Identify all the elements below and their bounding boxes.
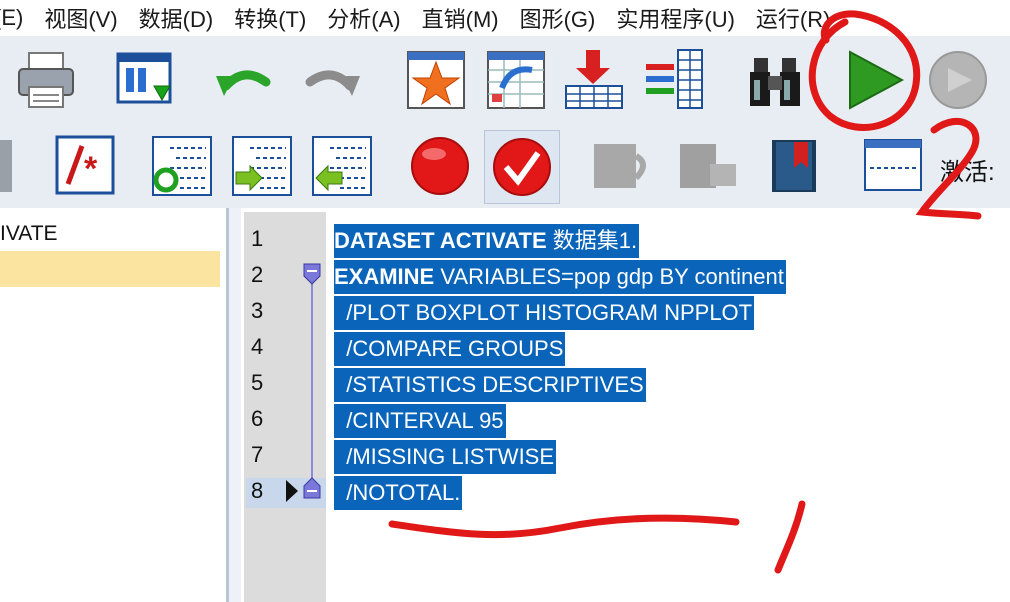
syntax-toolbar: * — [0, 124, 1010, 208]
undo-button[interactable] — [212, 50, 276, 114]
disabled-step-icon — [680, 144, 736, 188]
nav-item-examine-selected[interactable] — [0, 251, 220, 287]
syntax-text: /COMPARE GROUPS — [334, 336, 564, 361]
menu-edit[interactable]: (E) — [0, 5, 44, 31]
partial-icon — [0, 140, 12, 192]
active-dataset-label: 激活: — [940, 159, 995, 186]
main-toolbar — [0, 36, 1010, 124]
menu-run[interactable]: 运行(R) — [756, 2, 852, 34]
dialog-recall-button[interactable] — [112, 48, 176, 112]
menu-data[interactable]: 数据(D) — [139, 2, 235, 34]
syntax-line[interactable]: /NOTOTAL. — [334, 476, 463, 510]
dialog-recall-icon — [116, 52, 172, 104]
line-number: 2 — [251, 262, 264, 287]
syntax-text: /STATISTICS DESCRIPTIVES — [334, 372, 644, 397]
auto-indent-button[interactable] — [150, 134, 214, 198]
play-icon — [849, 50, 904, 110]
nav-item-dataset-activate[interactable]: IVATE — [0, 222, 58, 246]
print-button[interactable] — [14, 48, 78, 112]
syntax-line[interactable]: DATASET ACTIVATE 数据集1. — [334, 224, 640, 258]
menu-utilities[interactable]: 实用程序(U) — [616, 2, 756, 34]
pane-splitter[interactable] — [229, 208, 241, 602]
menu-bar: (E) 视图(V) 数据(D) 转换(T) 分析(A) 直销(M) 图形(G) … — [0, 0, 1010, 36]
line-number: 8 — [251, 478, 264, 503]
partial-tool-button[interactable] — [0, 134, 16, 198]
syntax-text: VARIABLES=pop gdp BY continent — [434, 264, 784, 289]
syntax-text: /MISSING LISTWISE — [334, 444, 555, 469]
grid-arrow-icon — [487, 51, 545, 109]
syntax-line[interactable]: /COMPARE GROUPS — [334, 332, 566, 366]
syntax-keyword: EXAMINE — [334, 264, 435, 289]
show-gutter-button[interactable] — [862, 134, 926, 198]
indent-left-icon — [312, 136, 372, 196]
toggle-breakpoint-button[interactable] — [408, 134, 472, 198]
line-number: 3 — [251, 298, 264, 323]
syntax-text: /CINTERVAL 95 — [334, 408, 504, 433]
insert-down-icon — [565, 50, 623, 109]
syntax-text: /NOTOTAL. — [334, 480, 461, 505]
star-grid-icon — [407, 51, 465, 109]
book-icon — [772, 140, 816, 192]
line-number: 1 — [251, 226, 264, 251]
menu-direct-marketing[interactable]: 直销(M) — [422, 2, 520, 34]
goto-case-button[interactable] — [404, 48, 468, 112]
syntax-line[interactable]: /CINTERVAL 95 — [334, 404, 506, 438]
run-selection-button[interactable] — [840, 48, 904, 112]
goto-variable-button[interactable] — [484, 48, 548, 112]
stop-button[interactable] — [926, 48, 990, 112]
syntax-text: 数据集1. — [546, 228, 638, 253]
svg-text:*: * — [84, 150, 98, 188]
line-number: 5 — [251, 370, 264, 395]
menu-graphs[interactable]: 图形(G) — [520, 2, 617, 34]
undo-arrow-icon — [216, 70, 271, 96]
syntax-keyword: DATASET ACTIVATE — [334, 228, 547, 253]
syntax-line[interactable]: /MISSING LISTWISE — [334, 440, 557, 474]
disabled-cup-icon — [594, 144, 646, 188]
syntax-line[interactable]: /PLOT BOXPLOT HISTOGRAM NPPLOT — [334, 296, 755, 330]
window-dashed-icon — [864, 139, 922, 191]
line-number: 7 — [251, 442, 264, 467]
menu-view[interactable]: 视图(V) — [44, 2, 138, 34]
variable-columns-icon — [646, 49, 703, 109]
insert-variable-button[interactable] — [642, 48, 706, 112]
line-number: 6 — [251, 406, 264, 431]
menu-analyze[interactable]: 分析(A) — [327, 2, 421, 34]
step-button-disabled[interactable] — [676, 134, 740, 198]
number-1-annotation — [774, 500, 806, 574]
clear-breakpoints-button[interactable] — [484, 130, 560, 204]
redo-arrow-icon — [305, 70, 360, 96]
breakpoint-red-circle-icon — [411, 137, 469, 195]
line-number: 4 — [251, 334, 264, 359]
binoculars-icon — [750, 58, 800, 106]
indent-right-icon — [232, 136, 292, 196]
comment-slash-star-icon: * — [55, 135, 115, 195]
underline-annotation — [388, 514, 740, 539]
menu-transform[interactable]: 转换(T) — [234, 2, 327, 34]
redo-button[interactable] — [300, 50, 364, 114]
indent-button[interactable] — [230, 134, 294, 198]
insert-cases-button[interactable] — [562, 48, 626, 112]
bookmark-button-disabled[interactable] — [588, 134, 652, 198]
red-checkmark-icon — [493, 138, 551, 196]
indent-refresh-icon — [152, 136, 212, 196]
outdent-button[interactable] — [310, 134, 374, 198]
toggle-comment-button[interactable]: * — [54, 134, 118, 198]
bookmark-book-button[interactable] — [762, 134, 826, 198]
find-button[interactable] — [744, 50, 808, 114]
syntax-line[interactable]: EXAMINE VARIABLES=pop gdp BY continent — [334, 260, 786, 294]
syntax-text: /PLOT BOXPLOT HISTOGRAM NPPLOT — [334, 300, 753, 325]
printer-icon — [18, 52, 74, 108]
syntax-line[interactable]: /STATISTICS DESCRIPTIVES — [334, 368, 646, 402]
stop-circle-icon — [929, 51, 987, 109]
